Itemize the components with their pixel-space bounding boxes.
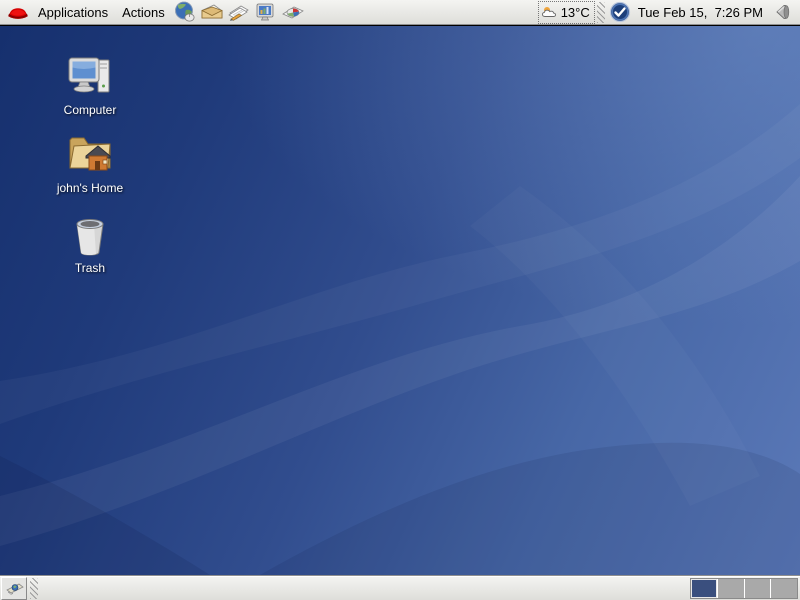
weather-temperature: 13°C: [561, 5, 590, 20]
red-hat-logo-icon[interactable]: [4, 0, 31, 25]
desktop-background[interactable]: Computer john's Home: [0, 26, 800, 575]
desktop-icon-label: Trash: [45, 261, 135, 275]
workspace-switcher: [690, 578, 798, 599]
gnome-desktop: Applications Actions: [0, 0, 800, 600]
desktop-icon-label: Computer: [45, 103, 135, 117]
update-check-icon[interactable]: [607, 0, 634, 25]
computer-icon: [45, 54, 135, 100]
workspace-1[interactable]: [691, 579, 717, 598]
panel-drag-handle[interactable]: [30, 578, 38, 599]
desktop-icon-computer[interactable]: Computer: [45, 54, 135, 117]
workspace-3[interactable]: [745, 579, 771, 598]
workspace-2[interactable]: [718, 579, 744, 598]
menu-applications[interactable]: Applications: [31, 0, 115, 25]
top-panel-left: Applications Actions: [0, 0, 307, 24]
top-panel: Applications Actions: [0, 0, 800, 25]
show-desktop-icon: [4, 580, 24, 596]
cloud-icon: [541, 4, 559, 20]
trash-icon: [45, 214, 135, 258]
top-panel-right: 13°C Tue Feb 15, 7:26 PM: [538, 0, 800, 24]
applet-drag-handle[interactable]: [597, 2, 605, 23]
web-browser-launcher-icon[interactable]: [172, 0, 199, 25]
menu-actions[interactable]: Actions: [115, 0, 172, 25]
desktop-icon-trash[interactable]: Trash: [45, 214, 135, 275]
presentation-launcher-icon[interactable]: [253, 0, 280, 25]
weather-applet[interactable]: 13°C: [538, 1, 595, 24]
email-launcher-icon[interactable]: [199, 0, 226, 25]
clock-applet[interactable]: Tue Feb 15, 7:26 PM: [634, 5, 769, 20]
home-folder-icon: [45, 130, 135, 178]
desktop-icon-johns-home[interactable]: john's Home: [45, 130, 135, 195]
workspace-4[interactable]: [771, 579, 797, 598]
show-desktop-button[interactable]: [1, 577, 27, 600]
bottom-panel: [0, 575, 800, 600]
word-processor-launcher-icon[interactable]: [226, 0, 253, 25]
desktop-icon-label: john's Home: [45, 181, 135, 195]
spreadsheet-launcher-icon[interactable]: [280, 0, 307, 25]
speaker-icon[interactable]: [769, 0, 796, 25]
